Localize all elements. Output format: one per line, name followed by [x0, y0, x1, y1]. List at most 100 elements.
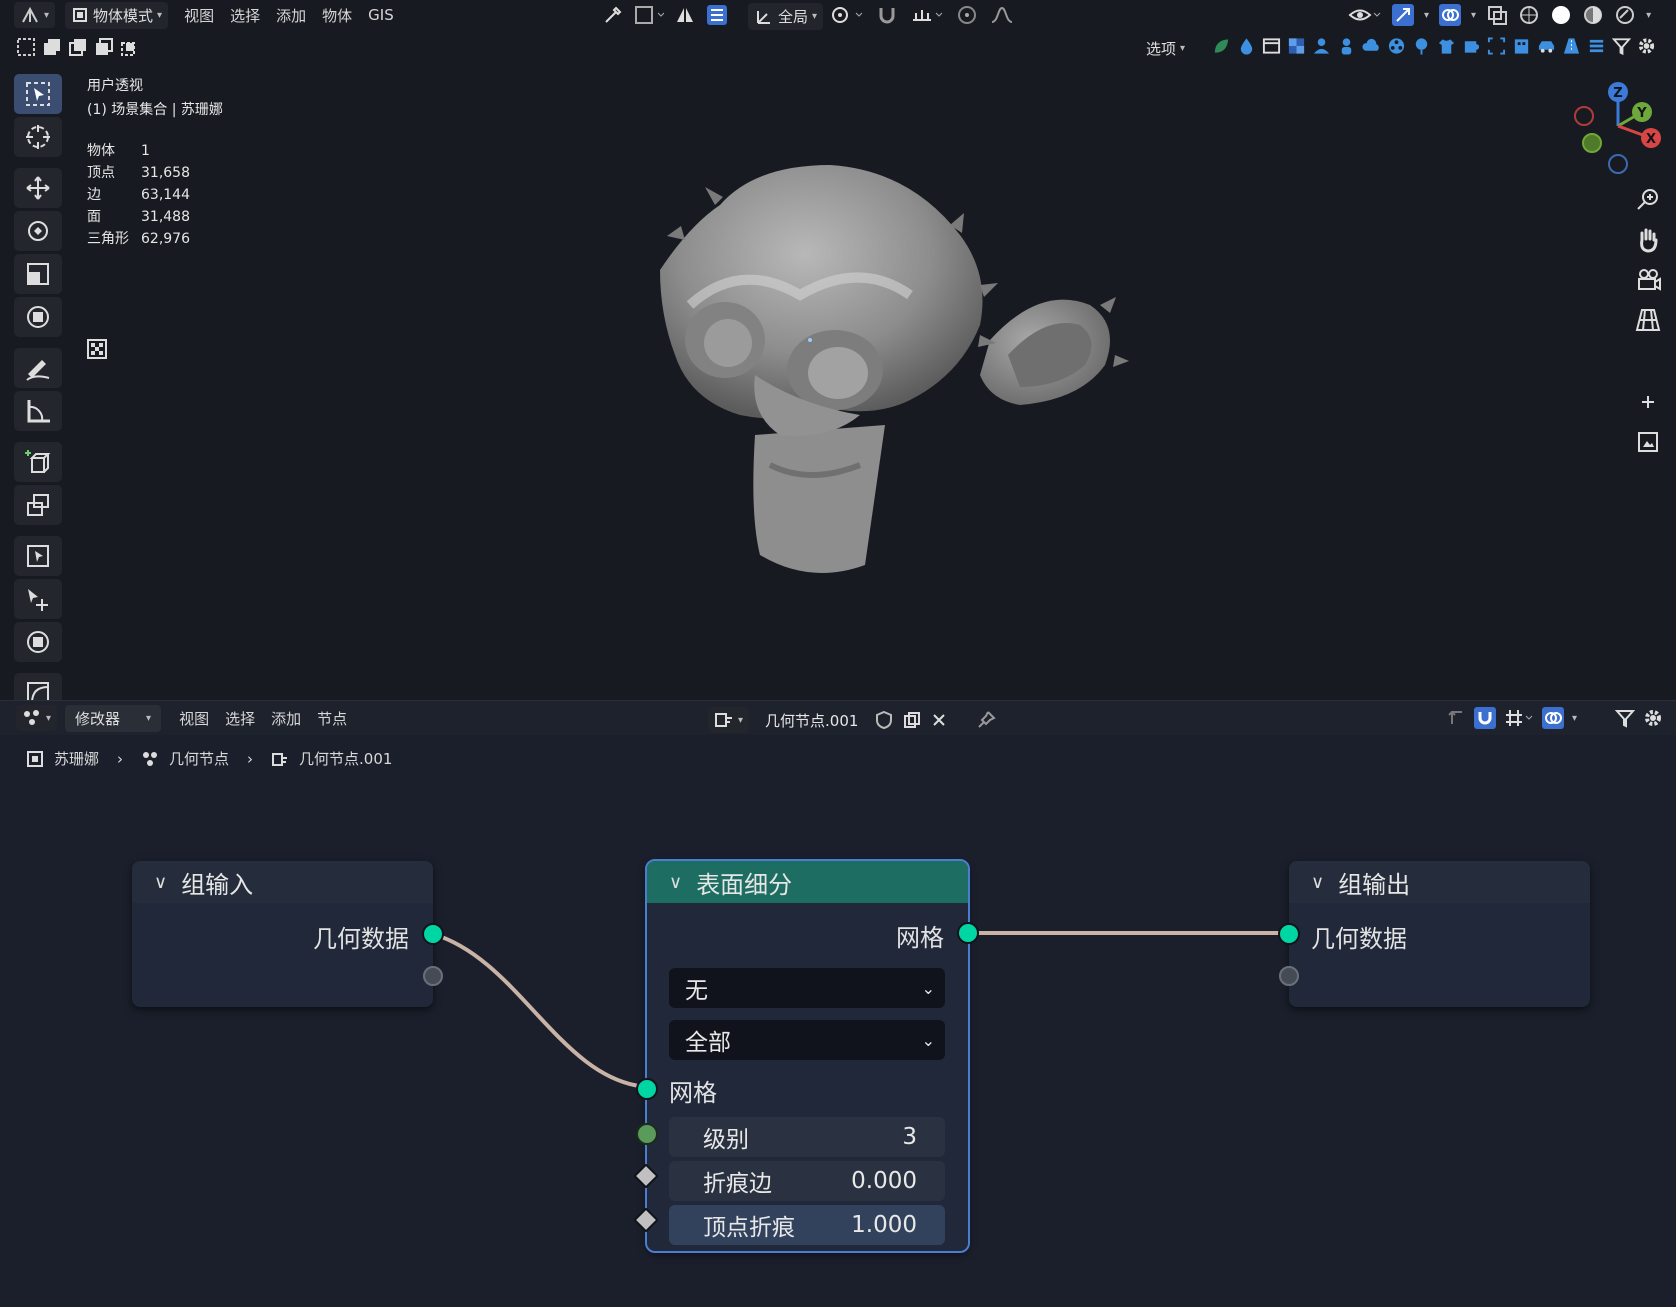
- tool-extrude[interactable]: [14, 485, 62, 525]
- water-drop-icon[interactable]: [1237, 36, 1256, 56]
- boundary-smooth-dropdown[interactable]: 全部 ⌄: [669, 1020, 945, 1060]
- snap-target-icon[interactable]: [634, 4, 664, 26]
- object-mode-dropdown[interactable]: 物体模式 ▾: [65, 1, 169, 29]
- tool-add-cube[interactable]: [14, 442, 62, 482]
- navigation-gizmo[interactable]: Z Y X: [1566, 78, 1666, 178]
- extension-input-socket[interactable]: [1279, 966, 1299, 986]
- node-editor[interactable]: ▾ 修改器 ▾ 视图 选择 添加 节点 ▾ 几何节点.001 ▾ 苏珊娜 › 几…: [0, 700, 1676, 1307]
- node-group-input[interactable]: ∨ 组输入 几何数据: [132, 861, 444, 1007]
- outliner-sync-icon[interactable]: [706, 4, 728, 26]
- frame-icon[interactable]: [1487, 36, 1506, 56]
- select-subtract-icon[interactable]: [68, 37, 88, 57]
- uv-smooth-dropdown[interactable]: 无 ⌄: [669, 968, 945, 1008]
- mesh-input-socket[interactable]: [636, 1078, 658, 1100]
- select-new-icon[interactable]: [16, 37, 36, 57]
- visibility-eye-icon[interactable]: [1348, 4, 1382, 26]
- tool-rotate[interactable]: [14, 211, 62, 251]
- mirror-icon[interactable]: [674, 4, 696, 26]
- vertex-crease-field[interactable]: 顶点折痕 1.000: [669, 1205, 945, 1245]
- menu-view[interactable]: 视图: [176, 1, 222, 30]
- balloon-icon[interactable]: [1412, 36, 1431, 56]
- chevron-down-icon[interactable]: ▾: [1646, 10, 1651, 21]
- extension-output-socket[interactable]: [423, 966, 443, 986]
- collapse-chevron-icon[interactable]: ∨: [154, 872, 167, 893]
- node-group-output[interactable]: ∨ 组输出 几何数据: [1278, 861, 1590, 1007]
- tool-scale[interactable]: [14, 254, 62, 294]
- menu-gis[interactable]: GIS: [360, 2, 402, 28]
- link-group-input-to-subdivide[interactable]: [432, 932, 648, 1089]
- people-icon[interactable]: [1312, 36, 1331, 56]
- puzzle-icon[interactable]: [1462, 36, 1481, 56]
- tool-frame-select[interactable]: [14, 536, 62, 576]
- menu-object[interactable]: 物体: [314, 1, 360, 30]
- solid-shading-icon[interactable]: [1550, 4, 1572, 26]
- checker-icon[interactable]: [1287, 36, 1306, 56]
- pivot-point-icon[interactable]: [830, 4, 864, 26]
- editor-type-dropdown[interactable]: ▾: [14, 2, 56, 28]
- chevron-down-icon[interactable]: ▾: [1471, 10, 1476, 21]
- 3d-viewport[interactable]: ▾ 物体模式 ▾ 视图 选择 添加 物体 GIS 全局 ▾ ▾ ▾ ▾ 选项 ▾…: [0, 0, 1676, 713]
- geometry-output-socket[interactable]: [422, 923, 444, 945]
- select-extend-icon[interactable]: [42, 37, 62, 57]
- material-shading-icon[interactable]: [1582, 4, 1604, 26]
- tool-select-box[interactable]: [14, 74, 62, 114]
- pan-hand-icon[interactable]: [1634, 226, 1662, 254]
- suzanne-mesh[interactable]: [660, 165, 1160, 585]
- checker-grid-icon[interactable]: [86, 338, 108, 360]
- leaf-icon[interactable]: [1212, 36, 1231, 56]
- gizmo-toggle-icon[interactable]: [1392, 4, 1414, 26]
- person-icon[interactable]: [1337, 36, 1356, 56]
- gizmo-neg-y[interactable]: [1582, 133, 1602, 153]
- proportional-edit-icon[interactable]: [956, 4, 978, 26]
- perspective-grid-icon[interactable]: [1634, 306, 1662, 334]
- tool-snap-transform[interactable]: [14, 622, 62, 662]
- chevron-down-icon[interactable]: ▾: [1424, 10, 1429, 21]
- options-dropdown[interactable]: 选项 ▾: [1140, 35, 1191, 62]
- falloff-curve-icon[interactable]: [990, 4, 1020, 26]
- frame-image-icon[interactable]: [1634, 428, 1662, 456]
- wireframe-shading-icon[interactable]: [1518, 4, 1540, 26]
- node-header[interactable]: ∨ 组输入: [132, 861, 433, 903]
- list-icon[interactable]: [1587, 36, 1606, 56]
- cloud-icon[interactable]: [1362, 36, 1381, 56]
- filter-icon[interactable]: [1612, 36, 1631, 56]
- road-icon[interactable]: [1562, 36, 1581, 56]
- level-field[interactable]: 级别 3: [669, 1117, 945, 1157]
- tool-select-move[interactable]: [14, 579, 62, 619]
- eyedropper-icon[interactable]: [602, 4, 624, 26]
- mesh-output-socket[interactable]: [957, 922, 979, 944]
- rendered-shading-icon[interactable]: [1614, 4, 1636, 26]
- building-icon[interactable]: [1512, 36, 1531, 56]
- tool-cursor[interactable]: [14, 117, 62, 157]
- gizmo-neg-x[interactable]: [1574, 106, 1594, 126]
- camera-view-icon[interactable]: [1634, 266, 1662, 294]
- gizmo-neg-z[interactable]: [1608, 154, 1628, 174]
- node-header[interactable]: ∨ 表面细分: [647, 861, 968, 903]
- settings-gear-icon[interactable]: [1637, 36, 1656, 56]
- tool-measure[interactable]: [14, 391, 62, 431]
- node-header[interactable]: ∨ 组输出: [1289, 861, 1590, 903]
- overlay-toggle-icon[interactable]: [1439, 4, 1462, 26]
- snap-magnet-icon[interactable]: [876, 4, 898, 26]
- film-reel-icon[interactable]: [1387, 36, 1406, 56]
- zoom-icon[interactable]: [1634, 186, 1662, 214]
- select-intersect-icon[interactable]: [120, 37, 140, 57]
- node-subdivision-surface[interactable]: ∨ 表面细分 网格 无 ⌄ 全部 ⌄ 网格 级别 3 折痕边 0.000 顶点折…: [633, 859, 979, 1253]
- menu-add[interactable]: 添加: [268, 1, 314, 30]
- edge-crease-field[interactable]: 折痕边 0.000: [669, 1161, 945, 1201]
- collapse-chevron-icon[interactable]: ∨: [669, 872, 682, 893]
- collapse-chevron-icon[interactable]: ∨: [1311, 872, 1324, 893]
- menu-select[interactable]: 选择: [222, 1, 268, 30]
- tool-transform[interactable]: [14, 297, 62, 337]
- geometry-input-socket[interactable]: [1278, 923, 1300, 945]
- xray-toggle-icon[interactable]: [1486, 4, 1508, 26]
- tool-move[interactable]: [14, 168, 62, 208]
- transform-orientation-dropdown[interactable]: 全局 ▾: [748, 3, 824, 30]
- car-icon[interactable]: [1537, 36, 1556, 56]
- snap-increment-icon[interactable]: [910, 4, 944, 26]
- window-icon[interactable]: [1262, 36, 1281, 56]
- level-input-socket[interactable]: [636, 1123, 658, 1145]
- tool-annotate[interactable]: [14, 348, 62, 388]
- shirt-icon[interactable]: [1437, 36, 1456, 56]
- select-invert-icon[interactable]: [94, 37, 114, 57]
